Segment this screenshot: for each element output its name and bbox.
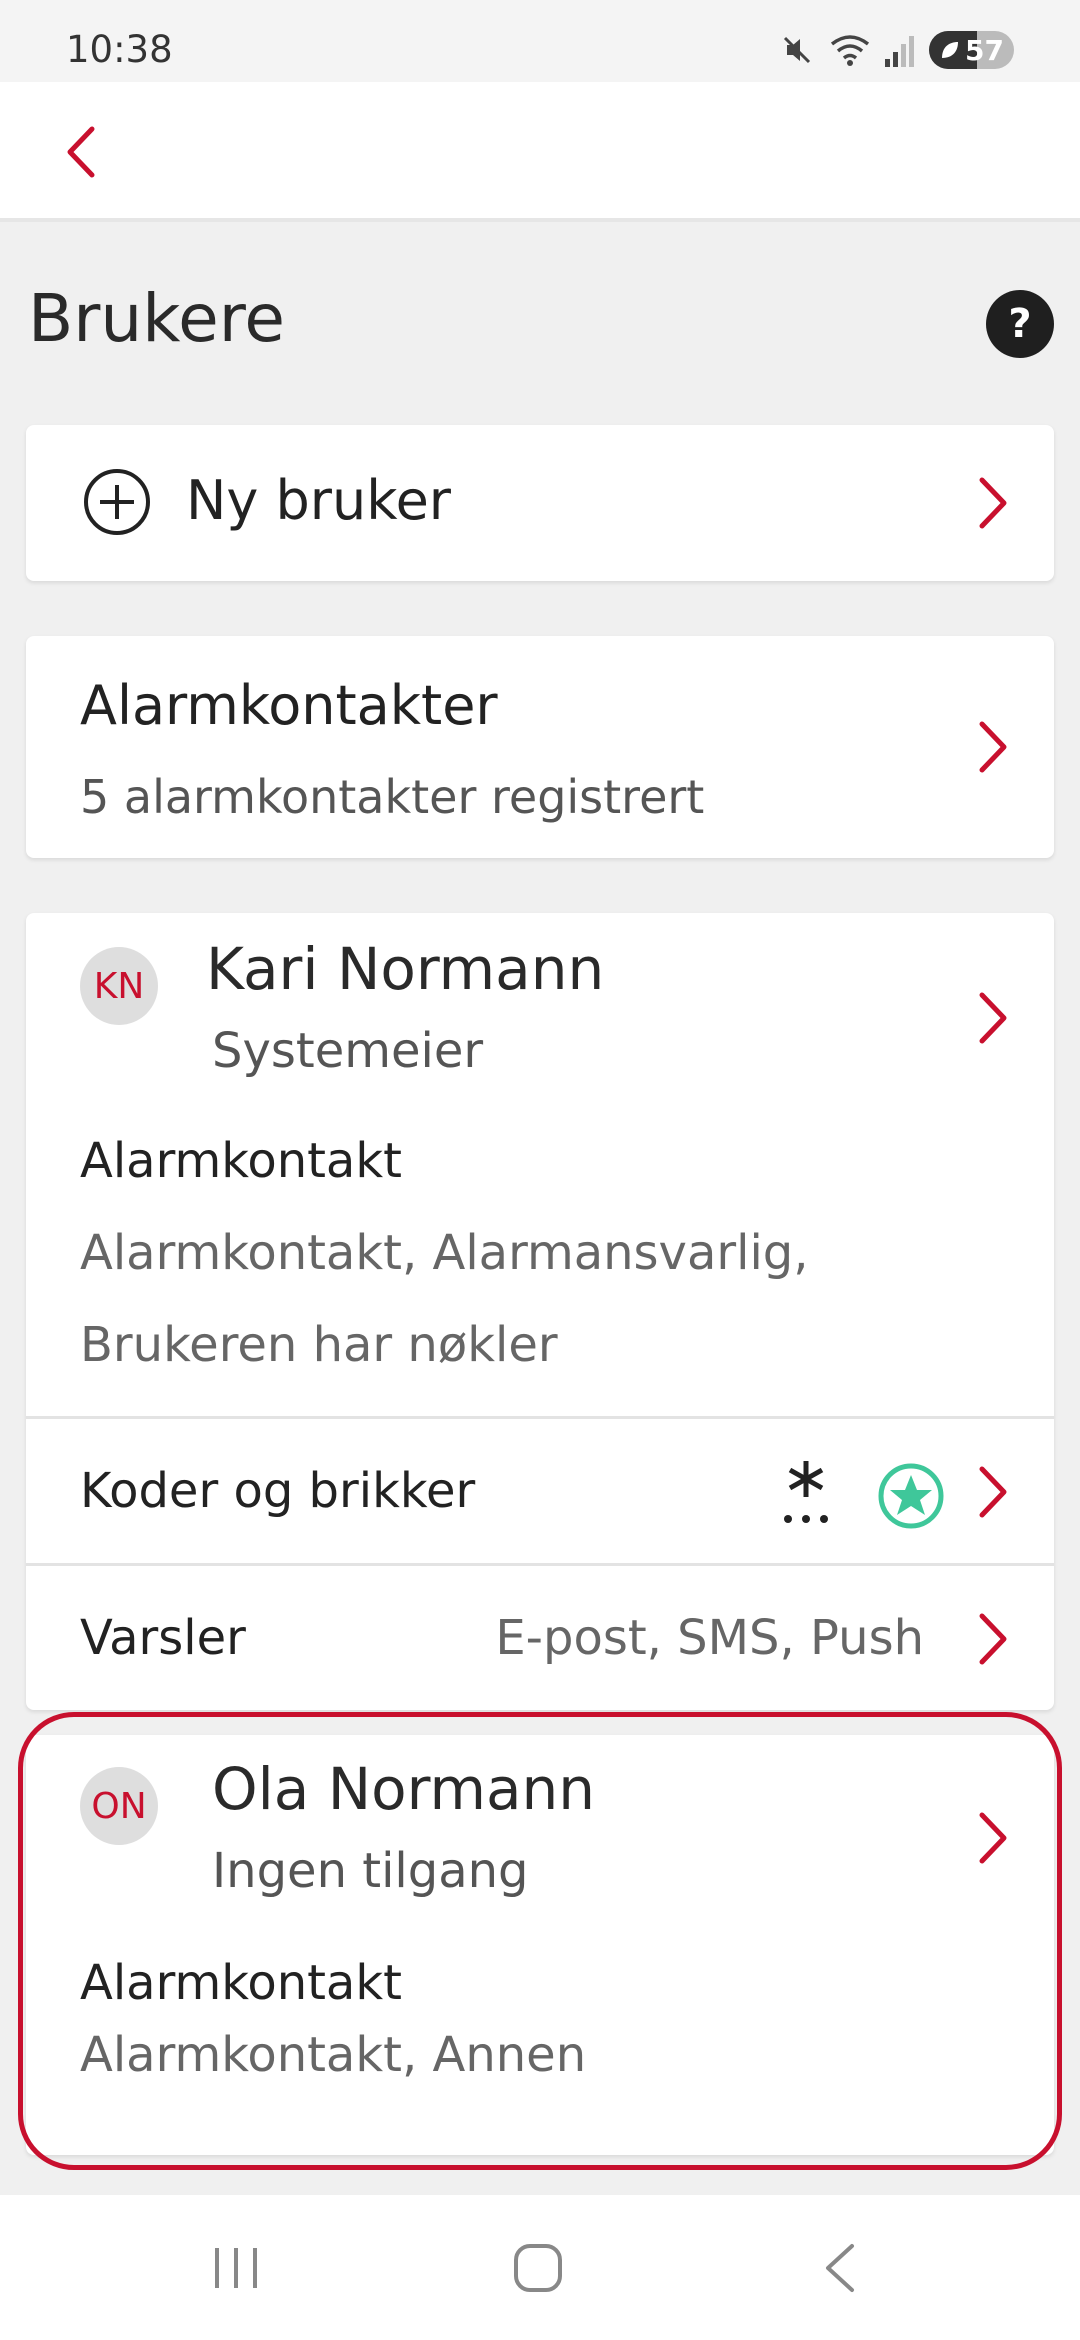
user-details-button[interactable]: KN Kari Normann Systemeier Alarmkontakt … <box>26 913 1054 1416</box>
user-card: KN Kari Normann Systemeier Alarmkontakt … <box>26 913 1054 1710</box>
wifi-icon <box>830 35 870 66</box>
app-bar <box>0 82 1080 222</box>
codes-and-tags-label: Koder og brikker <box>80 1463 476 1519</box>
chevron-right-icon <box>979 992 1007 1044</box>
mute-icon <box>783 36 811 64</box>
chevron-left-icon <box>67 126 95 178</box>
avatar: ON <box>80 1767 158 1845</box>
new-user-button[interactable]: Ny bruker <box>26 425 1054 581</box>
user-card[interactable]: ON Ola Normann Ingen tilgang Alarmkontak… <box>26 1735 1054 2155</box>
alarm-contact-roles: Alarmkontakt, Annen <box>80 2027 587 2083</box>
alarm-contacts-title: Alarmkontakter <box>80 674 498 737</box>
status-icons: 57 <box>779 28 1014 72</box>
chevron-right-icon <box>979 1812 1007 1864</box>
back-icon <box>826 2243 854 2292</box>
alarm-contacts-button[interactable]: Alarmkontakter 5 alarmkontakter registre… <box>26 636 1054 858</box>
notifications-label: Varsler <box>80 1610 246 1666</box>
page-title: Brukere <box>28 280 286 357</box>
user-role: Ingen tilgang <box>212 1843 529 1899</box>
chevron-right-icon <box>979 1466 1007 1518</box>
leaf-icon <box>942 42 959 58</box>
battery-level: 57 <box>965 33 1004 67</box>
notifications-row[interactable]: Varsler E-post, SMS, Push <box>26 1563 1054 1710</box>
notifications-value: E-post, SMS, Push <box>495 1610 924 1666</box>
code-asterisk-icon <box>784 1461 828 1523</box>
alarm-contact-heading: Alarmkontakt <box>80 1955 402 2011</box>
user-name: Ola Normann <box>212 1755 596 1823</box>
chevron-right-icon <box>979 721 1007 773</box>
recent-apps-icon <box>215 2247 257 2288</box>
plus-circle-icon <box>84 469 150 535</box>
chevron-right-icon <box>979 477 1007 529</box>
user-role: Systemeier <box>212 1023 484 1079</box>
help-button[interactable]: ? <box>986 290 1054 358</box>
new-user-label: Ny bruker <box>186 469 451 532</box>
alarm-contact-heading: Alarmkontakt <box>80 1133 402 1189</box>
avatar: KN <box>80 947 158 1025</box>
system-back-button[interactable] <box>740 2195 940 2340</box>
alarm-contact-roles: Alarmkontakt, Alarmansvarlig, Brukeren h… <box>80 1225 809 1373</box>
tag-icon <box>878 1463 944 1529</box>
home-icon <box>514 2243 562 2292</box>
chevron-right-icon <box>979 1613 1007 1665</box>
alarm-contacts-count: 5 alarmkontakter registrert <box>80 770 705 824</box>
recent-apps-button[interactable] <box>136 2195 336 2340</box>
codes-and-tags-row[interactable]: Koder og brikker <box>26 1416 1054 1563</box>
signal-icon <box>885 36 915 67</box>
user-name: Kari Normann <box>206 935 605 1003</box>
status-bar: 10:38 57 <box>0 0 1080 82</box>
system-nav-bar <box>0 2195 1080 2340</box>
back-button[interactable] <box>40 112 120 192</box>
home-button[interactable] <box>438 2195 638 2340</box>
status-time: 10:38 <box>66 28 173 71</box>
battery-indicator: 57 <box>929 31 1014 69</box>
